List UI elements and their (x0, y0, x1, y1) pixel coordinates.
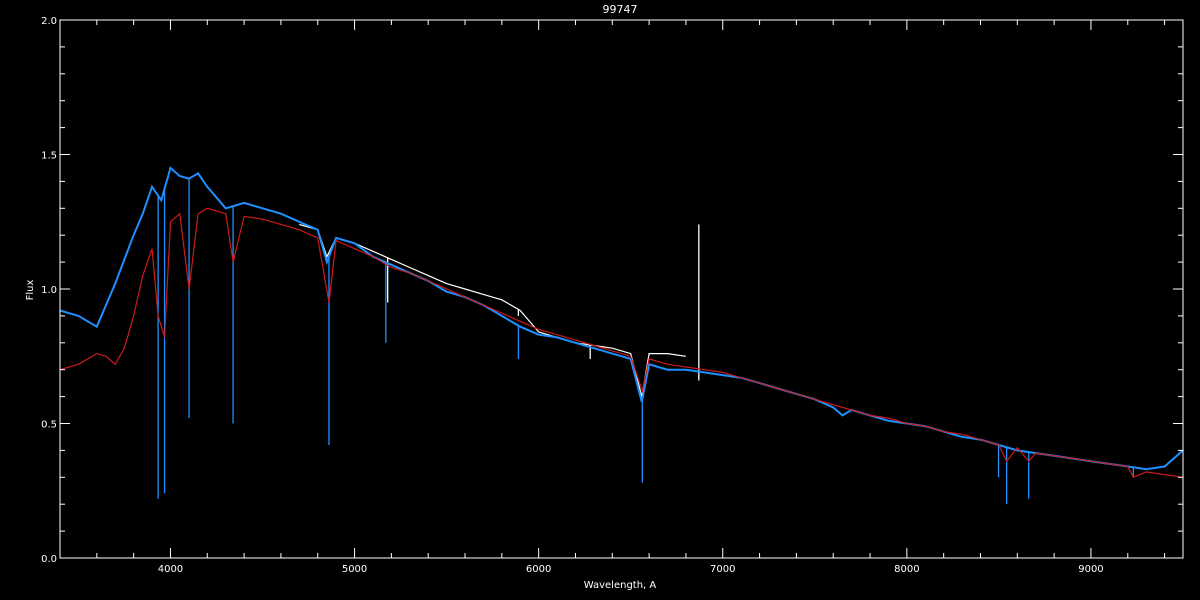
plot-frame (59, 19, 1184, 559)
x-tick-label: 6000 (526, 564, 551, 575)
y-axis-title: Flux (25, 280, 36, 301)
x-tick-label: 9000 (1078, 564, 1103, 575)
series-2-line (59, 207, 1184, 479)
series-1 (59, 166, 1184, 505)
tick-layer: 4000 5000 6000 7000 8000 9000 0.0 0.5 1.0 1.5 2.0 (41, 16, 1183, 575)
x-tick-label: 5000 (342, 564, 367, 575)
series-2 (59, 207, 1184, 479)
y-tick-label: 1.0 (41, 285, 57, 296)
y-tick-label: 0.5 (41, 420, 57, 431)
y-tick-label: 0.0 (41, 554, 57, 565)
y-tick-label: 1.5 (41, 151, 57, 162)
y-tick-label: 2.0 (41, 16, 57, 27)
spectrum-chart: 99747 Wavelength, A Flux 4000 5000 6000 700… (25, 3, 1184, 591)
series-layer (59, 166, 1184, 505)
chart-title: 99747 (603, 3, 638, 16)
series-1-line (59, 166, 1184, 471)
x-tick-label: 4000 (158, 564, 183, 575)
x-tick-label: 7000 (710, 564, 735, 575)
x-tick-label: 8000 (894, 564, 919, 575)
x-axis-title: Wavelength, A (584, 580, 657, 591)
